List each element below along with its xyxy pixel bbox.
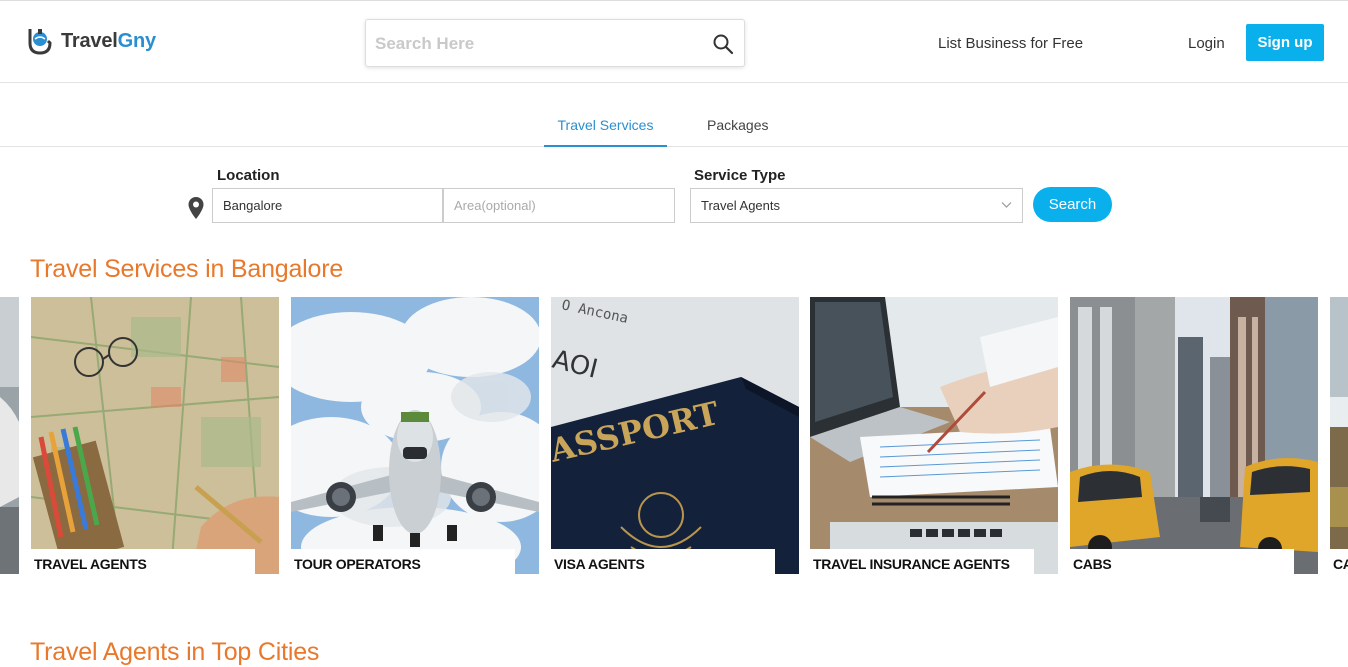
chevron-down-icon [1001,202,1012,208]
list-business-link[interactable]: List Business for Free [938,35,1083,52]
airplane-photo-icon [291,297,539,574]
card-label: VISA AGENTS [551,549,775,574]
logo-text: TravelGny [61,30,156,53]
card-cabs[interactable]: CABS [1070,297,1318,574]
service-tabs: Travel Services Packages [0,83,1348,147]
services-carousel: TRAVEL AGENTS TOUR OPERATORS O Ancona AO… [0,297,1348,574]
card-travel-insurance-agents[interactable]: TRAVEL INSURANCE AGENTS [810,297,1058,574]
tab-packages[interactable]: Packages [707,117,768,147]
tab-travel-services[interactable]: Travel Services [544,117,667,147]
location-pin-icon [188,197,204,219]
area-input[interactable] [443,188,675,223]
login-link[interactable]: Login [1188,35,1225,52]
card-travel-agents[interactable]: TRAVEL AGENTS [31,297,279,574]
card-label: TOUR OPERATORS [291,549,515,574]
travelgny-logo[interactable]: TravelGny [26,25,156,57]
global-search-input[interactable] [375,32,695,56]
passport-photo-icon: O Ancona AOI ASSPORT [551,297,799,574]
logo-mark-icon [28,29,52,55]
service-type-select[interactable]: Travel Agents [690,188,1023,223]
laptop-photo-icon [810,297,1058,574]
services-section-title: Travel Services in Bangalore [30,255,344,283]
card-label: CABS [1070,549,1294,574]
service-type-label: Service Type [694,167,786,184]
search-button[interactable]: Search [1033,187,1112,222]
card-label: CA [1330,549,1348,574]
card-tour-operators[interactable]: TOUR OPERATORS [291,297,539,574]
location-label: Location [217,167,280,184]
top-cities-section-title: Travel Agents in Top Cities [30,638,320,666]
logo-text-travel: Travel [61,29,118,52]
card-partial-right[interactable]: CA [1330,297,1348,574]
map-photo-icon [31,297,279,574]
service-type-value: Travel Agents [701,198,781,213]
city-taxi-photo-icon [1070,297,1318,574]
card-label: TRAVEL AGENTS [31,549,255,574]
search-icon[interactable] [712,33,734,55]
signup-button[interactable]: Sign up [1246,24,1324,61]
card-visa-agents[interactable]: O Ancona AOI ASSPORT VISA AGENTS [551,297,799,574]
global-search [365,19,745,67]
location-input[interactable] [212,188,443,223]
card-label: TRAVEL INSURANCE AGENTS [810,549,1034,574]
logo-text-gny: Gny [117,29,156,52]
top-header: TravelGny List Business for Free Login S… [0,0,1348,83]
partial-card-photo-icon [1330,297,1348,574]
